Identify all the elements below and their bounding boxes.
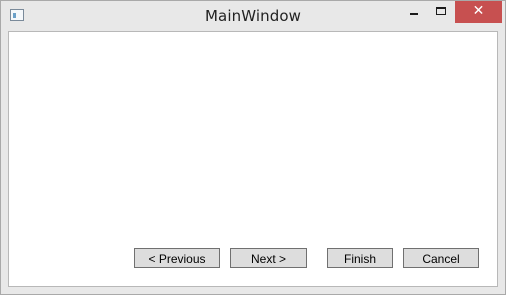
close-icon: ✕ [472,3,485,19]
minimize-button[interactable] [402,1,426,23]
maximize-icon [436,7,446,15]
title-bar[interactable]: MainWindow ✕ [1,1,505,31]
main-window: MainWindow ✕ < Previous Next > Finish Ca… [0,0,506,295]
previous-button[interactable]: < Previous [134,248,220,268]
close-button[interactable]: ✕ [455,1,502,23]
next-button[interactable]: Next > [230,248,307,268]
maximize-button[interactable] [428,1,454,23]
content-area: < Previous Next > Finish Cancel [8,31,498,287]
finish-button[interactable]: Finish [327,248,393,268]
minimize-icon [410,13,418,15]
cancel-button[interactable]: Cancel [403,248,479,268]
